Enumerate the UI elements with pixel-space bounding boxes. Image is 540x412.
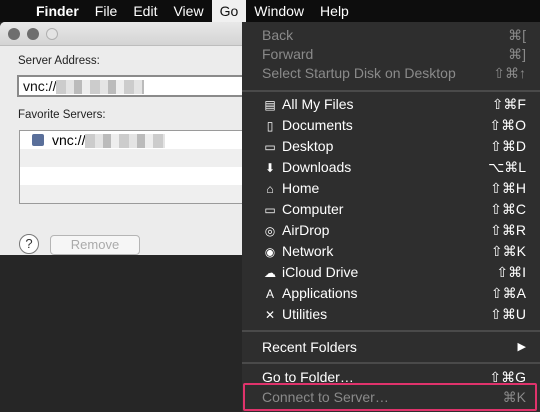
menu-view[interactable]: View [165,0,211,22]
label: Documents [282,117,353,133]
menu-item-icloud-drive[interactable]: ☁ iCloud Drive ⇧⌘I [242,262,540,283]
shortcut: ⇧⌘C [490,201,526,217]
label: Applications [282,285,358,301]
close-button[interactable] [8,28,20,40]
downloads-icon: ⬇ [264,161,276,175]
label: iCloud Drive [282,264,359,280]
shortcut: ⇧⌘D [490,138,526,154]
favorite-servers-label: Favorite Servers: [18,109,106,121]
redacted-address [56,80,145,95]
menu-item-back: Back ⌘[ [242,25,540,46]
server-address-value: vnc:// [23,78,57,94]
label: Network [282,243,334,259]
label: Desktop [282,138,334,154]
menu-item-computer[interactable]: ▭ Computer ⇧⌘C [242,199,540,220]
list-row-empty [20,185,243,203]
shortcut: ⇧⌘R [490,222,526,238]
list-row-empty [20,167,243,185]
network-icon: ◉ [264,245,276,259]
label: Select Startup Disk on Desktop [262,65,456,81]
shortcut: ⇧⌘I [496,264,526,280]
separator [242,90,540,92]
label: Home [282,180,320,196]
menu-item-documents[interactable]: ▯ Documents ⇧⌘O [242,115,540,136]
menu-item-network[interactable]: ◉ Network ⇧⌘K [242,241,540,262]
files-icon: ▤ [264,98,276,112]
home-icon: ⌂ [266,182,274,196]
menu-item-select-startup-disk: Select Startup Disk on Desktop ⇧⌘↑ [242,63,540,84]
shortcut: ⇧⌘H [490,180,526,196]
label: Utilities [282,306,328,322]
help-button[interactable]: ? [19,234,39,254]
shortcut: ⌥⌘L [488,159,526,175]
server-address-input[interactable]: vnc:// [17,75,243,97]
menu-item-home[interactable]: ⌂ Home ⇧⌘H [242,178,540,199]
shortcut: ⇧⌘U [490,306,526,322]
minimize-button[interactable] [27,28,39,40]
go-menu: Back ⌘[ Forward ⌘] Select Startup Disk on … [242,22,540,412]
menu-edit[interactable]: Edit [125,0,165,22]
zoom-button[interactable] [46,28,58,40]
menu-go[interactable]: Go [211,0,247,22]
shortcut: ⇧⌘O [489,117,526,133]
shortcut: ⌘[ [508,27,526,43]
favorite-servers-list[interactable]: vnc:// [19,130,243,204]
airdrop-icon: ◎ [264,224,276,238]
shortcut: ⇧⌘↑ [493,65,526,81]
server-address-label: Server Address: [18,55,100,67]
highlight-box [243,383,537,411]
menu-item-utilities[interactable]: ✕ Utilities ⇧⌘U [242,304,540,325]
cloud-icon: ☁ [264,266,276,280]
list-row-empty [20,149,243,167]
shortcut: ⇧⌘F [491,96,526,112]
label: All My Files [282,96,354,112]
menu-help[interactable]: Help [312,0,357,22]
computer-icon: ▭ [264,203,276,217]
label: Recent Folders [262,339,357,355]
shortcut: ⇧⌘A [490,285,526,301]
documents-icon: ▯ [266,119,274,133]
label: Computer [282,201,344,217]
shortcut: ⌘] [508,46,526,62]
utilities-icon: ✕ [264,308,276,322]
menu-file[interactable]: File [87,0,126,22]
menu-item-airdrop[interactable]: ◎ AirDrop ⇧⌘R [242,220,540,241]
menu-item-downloads[interactable]: ⬇ Downloads ⌥⌘L [242,157,540,178]
menu-window[interactable]: Window [246,0,312,22]
submenu-arrow-icon: ▶ [517,341,526,353]
menu-item-applications[interactable]: A Applications ⇧⌘A [242,283,540,304]
separator [242,330,540,332]
favorite-server-address: vnc:// [52,132,86,148]
server-icon [32,134,44,146]
applications-icon: A [265,287,274,301]
label: Forward [262,46,314,62]
menu-item-desktop[interactable]: ▭ Desktop ⇧⌘D [242,136,540,157]
separator [242,362,540,364]
menu-item-forward: Forward ⌘] [242,44,540,65]
remove-button[interactable]: Remove [50,235,140,255]
connect-to-server-window: Server Address: vnc:// Favorite Servers:… [0,22,243,255]
menu-finder[interactable]: Finder [28,0,87,22]
menu-bar: Finder File Edit View Go Window Help [0,0,540,22]
menu-item-all-my-files[interactable]: ▤ All My Files ⇧⌘F [242,94,540,115]
menu-item-recent-folders[interactable]: Recent Folders ▶ [242,337,540,358]
desktop-icon: ▭ [264,140,276,154]
apple-menu-icon[interactable] [0,0,28,22]
label: Back [262,27,294,43]
label: AirDrop [282,222,330,238]
redacted-address [85,134,166,149]
label: Downloads [282,159,352,175]
shortcut: ⇧⌘K [490,243,526,259]
list-item[interactable]: vnc:// [20,131,243,149]
title-bar [0,22,243,46]
